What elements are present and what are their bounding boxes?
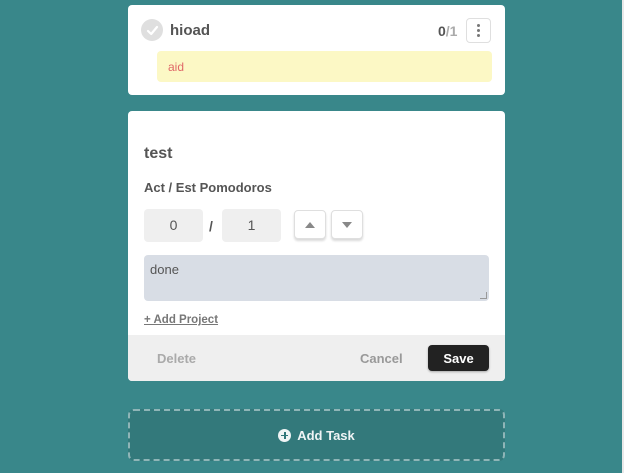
decrement-button[interactable] [331, 210, 363, 239]
task-pomodoro-count: 0/1 [438, 23, 457, 39]
act-pomodoros-input[interactable]: 0 [144, 209, 203, 242]
notes-textarea[interactable]: done [144, 255, 489, 301]
task-name-input[interactable]: test [144, 145, 172, 163]
increment-button[interactable] [294, 210, 326, 239]
delete-button[interactable]: Delete [157, 351, 196, 366]
add-task-button[interactable]: Add Task [128, 409, 505, 461]
arrow-up-icon [305, 221, 315, 228]
check-icon[interactable] [141, 19, 163, 41]
arrow-down-icon [342, 221, 352, 228]
save-button[interactable]: Save [428, 345, 489, 371]
est-pomodoros-input[interactable]: 1 [222, 209, 281, 242]
task-item[interactable]: hioad 0/1 aid [128, 5, 505, 95]
more-vertical-icon[interactable] [466, 18, 491, 43]
task-edit-form: test Act / Est Pomodoros 0 / 1 done + Ad… [128, 111, 505, 381]
task-est-count: /1 [445, 23, 458, 39]
plus-circle-icon [278, 428, 292, 442]
edit-footer: Delete Cancel Save [128, 335, 505, 381]
pomodoros-label: Act / Est Pomodoros [144, 180, 272, 195]
task-note: aid [157, 51, 492, 82]
task-act-count: 0 [438, 23, 446, 39]
pomodoro-separator: / [209, 218, 213, 234]
resize-handle-icon[interactable] [480, 292, 487, 299]
cancel-button[interactable]: Cancel [360, 351, 403, 366]
notes-text: done [150, 262, 179, 277]
add-project-link[interactable]: + Add Project [144, 314, 218, 326]
add-task-label: Add Task [297, 427, 355, 443]
task-title: hioad [170, 22, 210, 39]
